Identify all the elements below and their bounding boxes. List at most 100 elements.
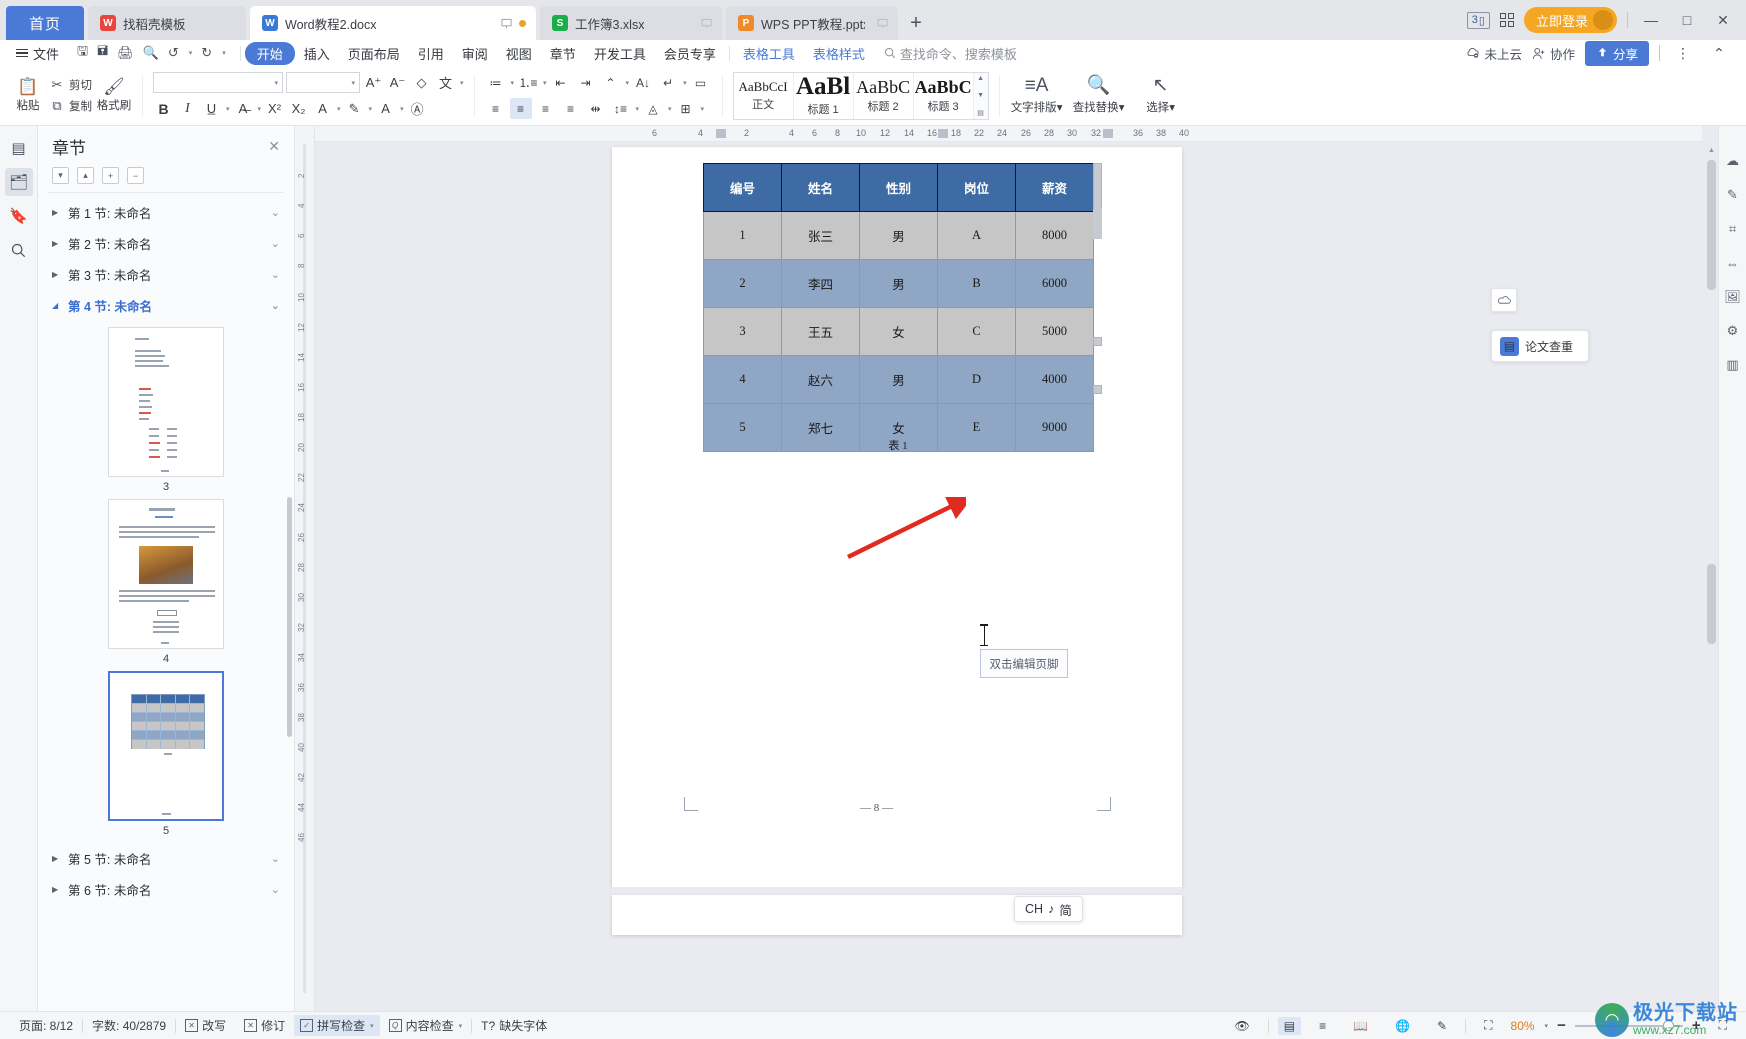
chevron-down-icon[interactable]: ▾ — [683, 79, 687, 87]
undo-caret-icon[interactable]: ▾ — [189, 49, 193, 57]
panel-scrollbar[interactable] — [287, 497, 292, 737]
close-button[interactable]: ✕ — [1710, 7, 1736, 33]
highlight-color-icon[interactable]: ✎ — [344, 98, 365, 119]
overwrite-mode-button[interactable]: ✕ 改写 — [176, 1017, 235, 1034]
text-effects-icon[interactable]: A — [312, 98, 333, 119]
settings-gear-icon[interactable]: ⚙ — [1722, 320, 1744, 342]
table-cell[interactable]: 4000 — [1015, 355, 1094, 404]
menu-item-references[interactable]: 引用 — [409, 42, 453, 65]
page-indicator[interactable]: 页面: 8/12 — [10, 1017, 82, 1034]
cut-button[interactable]: ✂ 剪切 — [50, 77, 92, 93]
character-border-icon[interactable]: Ⓐ — [407, 98, 428, 119]
tab-excel-workbook[interactable]: S 工作簿3.xlsx — [540, 6, 722, 40]
superscript-icon[interactable]: X² — [264, 98, 285, 119]
login-button[interactable]: 立即登录 — [1523, 7, 1617, 33]
home-tab[interactable]: 首页 — [6, 6, 84, 40]
web-view-icon[interactable]: 🌐 — [1386, 1019, 1419, 1033]
chevron-down-icon[interactable]: ▾ — [636, 105, 640, 113]
outline-view-icon[interactable]: ≡ — [1310, 1019, 1335, 1033]
hruler-marker[interactable] — [938, 129, 948, 138]
chevron-down-icon[interactable]: ▾ — [459, 1022, 463, 1030]
expand-next-icon[interactable]: ▾ — [52, 167, 69, 184]
increase-font-icon[interactable]: A⁺ — [363, 72, 384, 93]
chevron-down-icon[interactable]: ▾ — [511, 79, 515, 87]
menu-item-member[interactable]: 会员专享 — [655, 42, 725, 65]
chapter-panel-icon[interactable]: 🗂 — [4, 168, 33, 196]
hruler-marker[interactable] — [1103, 129, 1113, 138]
customize-caret-icon[interactable]: ▾ — [222, 49, 226, 57]
tab-close-group[interactable] — [489, 18, 526, 29]
paste-button[interactable]: 📋 粘贴 — [6, 70, 50, 122]
command-search[interactable]: 查找命令、搜索模板 — [874, 44, 1017, 63]
page-thumbnail-3[interactable]: 3 — [38, 327, 294, 493]
format-painter-button[interactable]: 🖌 格式刷 — [92, 70, 136, 122]
subscript-icon[interactable]: X₂ — [288, 98, 309, 119]
chevron-down-icon[interactable]: ▾ — [369, 105, 373, 113]
collaborate-button[interactable]: 协作 — [1532, 44, 1575, 63]
align-tool-icon[interactable]: ⇔ — [1722, 252, 1744, 274]
next-page[interactable] — [612, 895, 1182, 935]
table-cell[interactable]: 男 — [859, 211, 938, 260]
scroll-thumb[interactable] — [1707, 160, 1716, 290]
table-header-cell[interactable]: 薪资 — [1015, 163, 1094, 212]
ime-indicator[interactable]: CH ♪ 简 — [1014, 896, 1083, 922]
table-cell[interactable]: 男 — [859, 355, 938, 404]
collapse-ribbon-icon[interactable]: ⌃ — [1706, 40, 1732, 66]
tab-monitor-group[interactable] — [865, 18, 888, 29]
decrease-indent-icon[interactable]: ⇤ — [550, 72, 572, 93]
section-menu-icon[interactable]: ⌄ — [271, 852, 280, 865]
text-layout-button[interactable]: ≡A 文字排版▾ — [1006, 70, 1068, 122]
undo-icon[interactable]: ↺ — [168, 45, 179, 61]
menu-item-start[interactable]: 开始 — [244, 41, 295, 65]
bold-icon[interactable]: B — [153, 98, 174, 119]
table-header-cell[interactable]: 编号 — [703, 163, 782, 212]
image-icon[interactable]: 🖼 — [1722, 286, 1744, 308]
crop-icon[interactable]: ⌗ — [1722, 218, 1744, 240]
table-resize-handle[interactable] — [1093, 337, 1102, 346]
section-menu-icon[interactable]: ⌄ — [271, 237, 280, 250]
pinyin-guide-icon[interactable]: 文 — [435, 72, 456, 93]
vertical-ruler[interactable]: 2 4 6 8 10 12 14 16 18 20 22 24 26 28 30… — [295, 126, 315, 1011]
table-cell[interactable]: 男 — [859, 259, 938, 308]
justify-icon[interactable]: ≡ — [560, 98, 582, 119]
chevron-down-icon[interactable]: ▾ — [543, 79, 547, 87]
find-replace-button[interactable]: 🔍 查找替换▾ — [1068, 70, 1130, 122]
missing-font-button[interactable]: T? 缺失字体 — [472, 1017, 556, 1034]
outline-panel-icon[interactable]: ▤ — [5, 134, 33, 162]
section-menu-icon[interactable]: ⌄ — [271, 299, 280, 312]
table-resize-handle[interactable] — [1093, 209, 1102, 239]
tab-count-badge[interactable]: 3 ▯ — [1466, 11, 1490, 29]
table-cell[interactable]: 女 — [859, 307, 938, 356]
menu-item-insert[interactable]: 插入 — [295, 42, 339, 65]
chevron-down-icon[interactable]: ▾ — [337, 105, 341, 113]
italic-icon[interactable]: I — [177, 98, 198, 119]
spellcheck-button[interactable]: ✓ 拼写检查 ▾ — [294, 1015, 380, 1036]
new-tab-button[interactable]: + — [898, 6, 934, 40]
minimize-button[interactable]: — — [1638, 7, 1664, 33]
zoom-out-button[interactable]: − — [1557, 1017, 1566, 1034]
document-page[interactable]: 编号 姓名 性别 岗位 薪资 1 张三 男 A 8000 2 李四 男 B 60… — [612, 147, 1182, 887]
horizontal-ruler[interactable]: 6 4 2 4 6 8 10 12 14 16 18 22 24 26 28 3… — [315, 126, 1702, 142]
font-family-input[interactable]: ▾ — [153, 72, 283, 93]
paper-check-widget[interactable]: ▤ 论文查重 — [1491, 330, 1589, 362]
eye-icon[interactable]: 👁 — [1226, 1019, 1259, 1033]
table-cell[interactable]: D — [937, 355, 1016, 404]
edit-pen-icon[interactable]: ✎ — [1428, 1019, 1456, 1033]
show-marks-icon[interactable]: ↵ — [657, 72, 679, 93]
table-cell[interactable]: 赵六 — [781, 355, 860, 404]
underline-icon[interactable]: U̲ — [201, 98, 222, 119]
zoom-level[interactable]: 80% — [1511, 1019, 1535, 1033]
save-as-icon[interactable]: 🖬 — [97, 42, 108, 64]
page-thumbnail-4[interactable]: 4 — [38, 499, 294, 665]
close-panel-icon[interactable]: ✕ — [268, 138, 280, 155]
table-cell[interactable]: 5000 — [1015, 307, 1094, 356]
chevron-down-icon[interactable]: ▾ — [226, 105, 230, 113]
table-cell[interactable]: 3 — [703, 307, 782, 356]
chevron-down-icon[interactable]: ▾ — [668, 105, 672, 113]
reading-view-icon[interactable]: 📖 — [1344, 1019, 1377, 1033]
scroll-down-icon[interactable]: ▼ — [977, 92, 984, 99]
page-thumb-selected[interactable] — [108, 671, 224, 821]
add-section-icon[interactable]: + — [102, 167, 119, 184]
table-cell[interactable]: 4 — [703, 355, 782, 404]
word-count[interactable]: 字数: 40/2879 — [83, 1017, 175, 1034]
